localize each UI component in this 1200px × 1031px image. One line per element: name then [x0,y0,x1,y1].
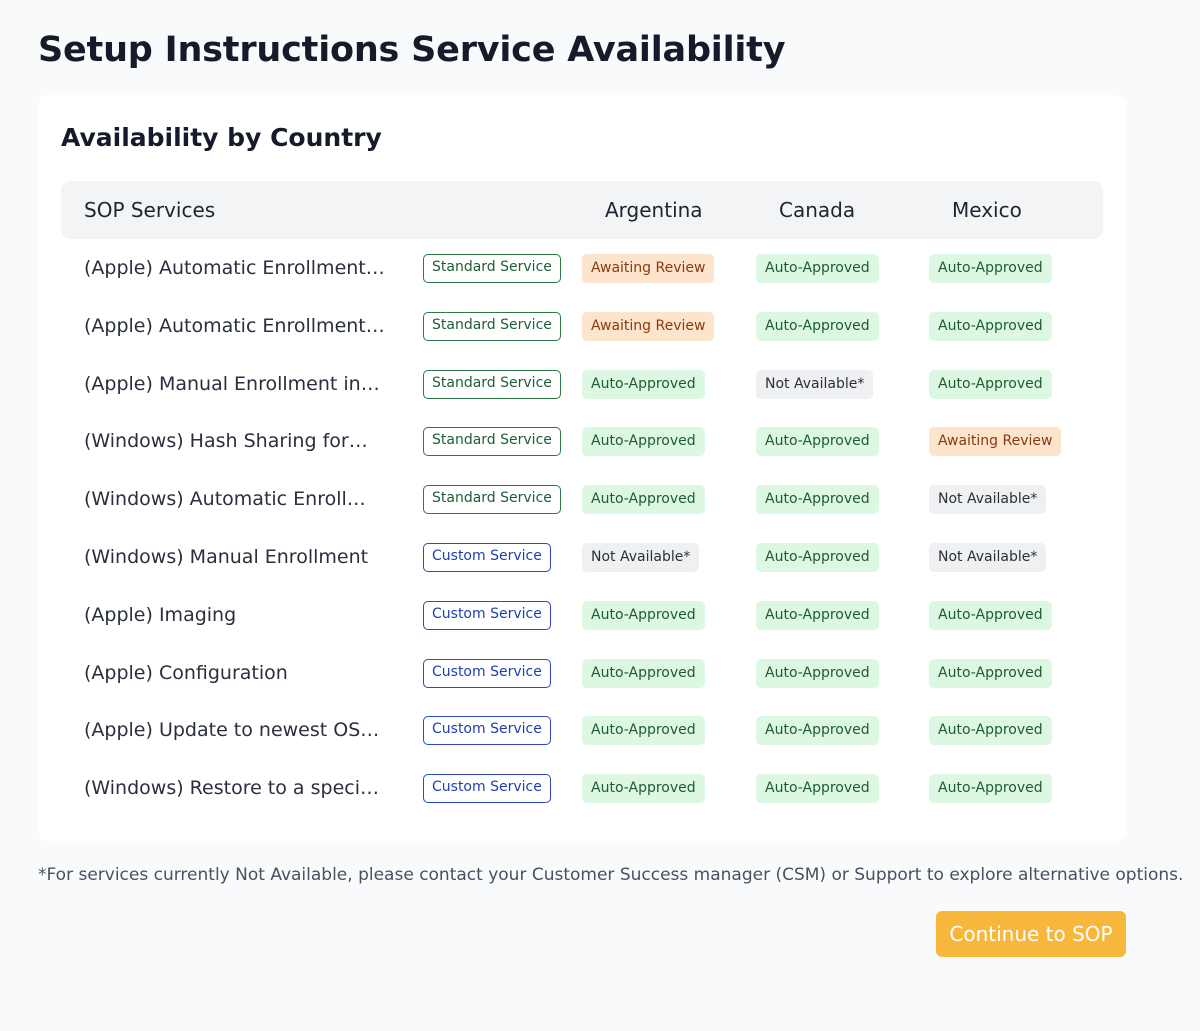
service-name: (Windows) Automatic Enroll… [84,488,366,511]
status-badge: Auto-Approved [582,774,705,804]
table-row[interactable]: (Apple) Imaging Custom Service Auto-Approv… [61,586,1103,644]
service-name: (Apple) Automatic Enrollment… [84,257,385,279]
service-type-tag: Custom Service [423,658,551,688]
status-badge: Auto-Approved [756,716,879,746]
service-name: (Windows) Restore to a speci… [84,777,379,800]
table-row[interactable]: (Windows) Manual Enrollment Custom Servic… [61,528,1103,586]
status-badge: Auto-Approved [756,600,879,630]
status-badge: Auto-Approved [929,600,1052,630]
status-badge: Auto-Approved [756,311,879,341]
continue-to-sop-button[interactable]: Continue to SOP [936,911,1126,957]
status-badge: Auto-Approved [582,369,705,399]
status-badge: Auto-Approved [929,254,1052,283]
service-name: (Apple) Update to newest OS… [84,719,380,742]
service-type-tag: Custom Service [423,774,551,804]
status-badge: Not Available* [756,369,874,399]
service-name: (Apple) Manual Enrollment in… [84,372,380,395]
table-row[interactable]: (Windows) Restore to a speci… Custom Serv… [61,759,1103,817]
status-badge: Not Available* [929,543,1047,572]
status-badge: Not Available* [582,543,700,572]
status-badge: Auto-Approved [582,716,705,746]
service-type-tag: Standard Service [423,369,561,399]
status-badge: Auto-Approved [929,369,1052,399]
status-badge: Auto-Approved [929,716,1052,746]
status-badge: Auto-Approved [756,254,879,283]
status-badge: Auto-Approved [929,658,1052,688]
page: Setup Instructions Service Availability … [0,0,1200,1031]
status-badge: Auto-Approved [582,485,705,515]
service-type-tag: Standard Service [423,485,561,515]
status-badge: Awaiting Review [582,254,715,283]
header-country-canada: Canada [779,198,856,222]
table-row[interactable]: (Apple) Manual Enrollment in… Standard Se… [61,355,1103,413]
service-name: (Apple) Automatic Enrollment… [84,314,385,337]
service-type-tag: Standard Service [423,254,561,283]
table-row[interactable]: (Windows) Automatic Enroll… Standard Serv… [61,470,1103,528]
status-badge: Auto-Approved [756,485,879,515]
status-badge: Auto-Approved [756,427,879,457]
service-name: (Apple) Imaging [84,603,237,626]
status-badge: Auto-Approved [582,600,705,630]
footnote: *For services currently Not Available, p… [38,865,1184,885]
card-title: Availability by Country [61,123,382,152]
table-row[interactable]: (Apple) Automatic Enrollment… Standard Se… [61,239,1103,297]
table-row[interactable]: (Apple) Automatic Enrollment… Standard Se… [61,297,1103,355]
status-badge: Auto-Approved [582,427,705,457]
header-country-argentina: Argentina [605,198,703,222]
service-name: (Apple) Configuration [84,661,288,684]
service-type-tag: Custom Service [423,543,551,572]
header-sop-services: SOP Services [84,198,216,222]
table-row[interactable]: (Windows) Hash Sharing for… Standard Serv… [61,412,1103,470]
status-badge: Auto-Approved [756,774,879,804]
status-badge: Auto-Approved [929,311,1052,341]
status-badge: Not Available* [929,485,1047,515]
availability-card: Availability by Country SOP Services Arg… [38,95,1126,841]
service-type-tag: Standard Service [423,311,561,341]
service-type-tag: Standard Service [423,427,561,457]
service-name: (Windows) Hash Sharing for… [84,430,368,453]
status-badge: Awaiting Review [929,427,1062,457]
page-title: Setup Instructions Service Availability [38,30,786,70]
service-type-tag: Custom Service [423,600,551,630]
status-badge: Auto-Approved [929,774,1052,804]
service-name: (Windows) Manual Enrollment [84,546,369,568]
status-badge: Awaiting Review [582,311,715,341]
status-badge: Auto-Approved [756,658,879,688]
service-type-tag: Custom Service [423,716,551,746]
status-badge: Auto-Approved [582,658,705,688]
table-row[interactable]: (Apple) Configuration Custom Service Auto-… [61,644,1103,702]
table-header: SOP Services Argentina Canada Mexico [61,181,1103,239]
table-row[interactable]: (Apple) Update to newest OS… Custom Servi… [61,701,1103,759]
header-country-mexico: Mexico [952,198,1022,222]
status-badge: Auto-Approved [756,543,879,572]
